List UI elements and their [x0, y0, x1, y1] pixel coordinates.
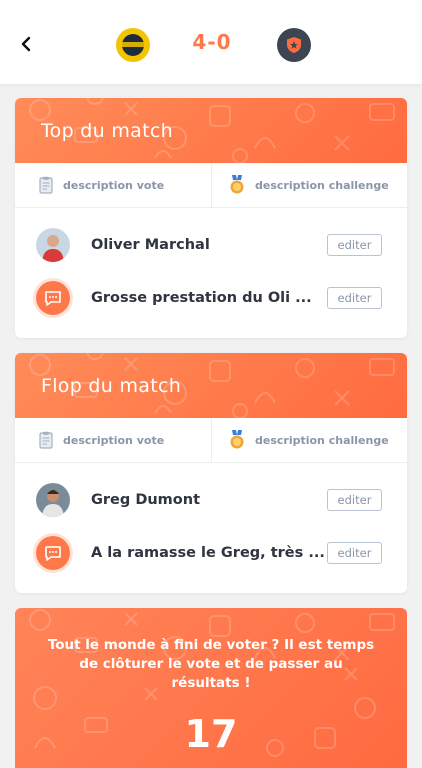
- clipboard-icon: [39, 176, 53, 194]
- comment-text: A la ramasse le Greg, très ...: [91, 545, 325, 561]
- card-title: Top du match: [41, 120, 173, 142]
- tab-challenge-label: description challenge: [255, 433, 389, 447]
- tab-challenge-label: description challenge: [255, 178, 389, 192]
- home-team-logo[interactable]: [116, 28, 150, 62]
- medal-icon: [230, 430, 244, 449]
- description-tabs: description vote description challenge: [15, 418, 407, 463]
- flop-match-card: Flop du match description vote descripti…: [15, 353, 407, 593]
- top-match-card: Top du match description vote descriptio…: [15, 98, 407, 338]
- tab-description-vote[interactable]: description vote: [15, 418, 212, 462]
- close-vote-message: Tout le monde à fini de voter ? Il est t…: [47, 637, 375, 691]
- edit-player-button[interactable]: editer: [327, 234, 382, 256]
- tab-description-challenge[interactable]: description challenge: [211, 163, 407, 207]
- vote-count: 17: [184, 712, 238, 756]
- player-row[interactable]: Greg Dumont editer: [15, 476, 407, 524]
- edit-player-button[interactable]: editer: [327, 489, 382, 511]
- tab-vote-label: description vote: [63, 178, 165, 192]
- tab-vote-label: description vote: [63, 433, 165, 447]
- match-score: 4-0: [192, 30, 232, 54]
- player-avatar: [36, 228, 70, 262]
- tab-description-vote[interactable]: description vote: [15, 163, 212, 207]
- back-chevron-icon[interactable]: [18, 34, 36, 54]
- medal-icon: [230, 175, 244, 194]
- card-header: Flop du match: [15, 353, 407, 418]
- edit-comment-button[interactable]: editer: [327, 542, 382, 564]
- description-tabs: description vote description challenge: [15, 163, 407, 208]
- edit-comment-button[interactable]: editer: [327, 287, 382, 309]
- comment-row[interactable]: Grosse prestation du Oli ... editer: [15, 274, 407, 322]
- close-vote-panel[interactable]: Tout le monde à fini de voter ? Il est t…: [15, 608, 407, 768]
- comment-row[interactable]: A la ramasse le Greg, très ... editer: [15, 529, 407, 577]
- tab-description-challenge[interactable]: description challenge: [211, 418, 407, 462]
- player-name: Greg Dumont: [91, 492, 200, 508]
- player-name: Oliver Marchal: [91, 237, 210, 253]
- card-header: Top du match: [15, 98, 407, 163]
- top-bar: 4-0: [0, 0, 422, 84]
- clipboard-icon: [39, 431, 53, 449]
- away-team-logo[interactable]: [277, 28, 311, 62]
- comment-text: Grosse prestation du Oli ...: [91, 290, 312, 306]
- player-avatar: [36, 483, 70, 517]
- comment-icon: [36, 536, 70, 570]
- player-row[interactable]: Oliver Marchal editer: [15, 221, 407, 269]
- comment-icon: [36, 281, 70, 315]
- card-title: Flop du match: [41, 375, 182, 397]
